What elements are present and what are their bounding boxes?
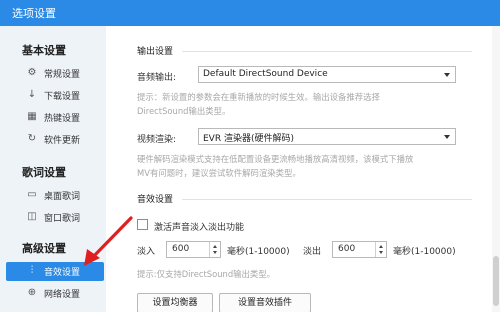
video-render-value: EVR 渲染器(硬件解码) (203, 134, 294, 144)
arrow-down-icon[interactable] (213, 251, 217, 254)
sound-hint: 提示:仅支持DirectSound输出类型。 (137, 269, 276, 279)
stepper-buttons[interactable] (375, 242, 386, 257)
sidebar-item-download[interactable]: ↓ 下载设置 (0, 86, 106, 105)
window-icon: ◫ (27, 211, 37, 222)
fade-checkbox[interactable] (137, 219, 148, 230)
equalizer-icon: ⫶ (30, 265, 34, 276)
sidebar-item-label: 热键设置 (44, 114, 81, 124)
fade-out-value: 600 (338, 244, 356, 254)
sidebar-item-general[interactable]: ⚙ 常规设置 (0, 64, 106, 83)
sidebar-item-label: 常规设置 (44, 70, 81, 80)
audio-output-select[interactable]: Default DirectSound Device (198, 66, 456, 83)
sidebar-group-basic: 基本设置 (22, 44, 66, 57)
arrow-up-icon[interactable] (213, 245, 217, 248)
settings-panel: 输出设置 音频输出: Default DirectSound Device 提示… (106, 26, 500, 312)
output-hint-line1: 提示：新设置的参数会在重新播放的时候生效。输出设备推荐选择 (137, 92, 380, 102)
gear-icon: ⚙ (27, 67, 37, 78)
fade-out-unit: 毫秒(1-10000) (393, 247, 456, 257)
output-hint-line2: DirectSound输出类型。 (137, 106, 231, 116)
video-render-label: 视频渲染: (137, 135, 177, 145)
fade-in-label: 淡入 (137, 247, 156, 257)
download-icon: ↓ (27, 89, 37, 100)
arrow-down-icon[interactable] (379, 251, 383, 254)
scrollbar-thumb[interactable] (493, 256, 499, 306)
globe-icon: ⊕ (27, 287, 37, 298)
sidebar-item-hotkey[interactable]: ▦ 热键设置 (0, 108, 106, 127)
sound-section-title: 音效设置 (137, 195, 174, 205)
render-hint-line1: 硬件解码渲染模式支持在低配置设备更流畅地播放高清视频，该模式下播放 (137, 154, 414, 164)
chevron-down-icon (444, 135, 450, 139)
audio-output-label: 音频输出: (137, 73, 177, 83)
divider (182, 199, 472, 200)
output-section-title: 输出设置 (137, 47, 174, 57)
divider (182, 51, 472, 52)
refresh-icon: ↻ (27, 133, 37, 144)
equalizer-button[interactable]: 设置均衡器 (137, 293, 213, 312)
sidebar-item-label: 窗口歌词 (44, 214, 81, 224)
sidebar-item-label: 桌面歌词 (44, 192, 81, 202)
sidebar-item-sound-effects[interactable]: ⫶ 音效设置 (6, 262, 104, 281)
sidebar-item-network[interactable]: ⊕ 网络设置 (0, 284, 106, 303)
render-hint-line2: MV有问题时，建议尝试软件解码渲染类型。 (137, 168, 301, 178)
window-title: 选项设置 (12, 7, 56, 20)
arrow-up-icon[interactable] (379, 245, 383, 248)
audio-output-value: Default DirectSound Device (203, 69, 328, 79)
fade-checkbox-label: 激活声音淡入淡出功能 (154, 223, 245, 233)
keyboard-icon: ▦ (27, 111, 37, 122)
sidebar-group-advanced: 高级设置 (22, 242, 66, 255)
sidebar-item-update[interactable]: ↻ 软件更新 (0, 130, 106, 149)
video-render-select[interactable]: EVR 渲染器(硬件解码) (198, 128, 456, 145)
sidebar-item-label: 下载设置 (44, 92, 81, 102)
fade-in-unit: 毫秒(1-10000) (227, 247, 290, 257)
fade-in-stepper[interactable]: 600 (166, 241, 221, 258)
sidebar-item-window-lyrics[interactable]: ◫ 窗口歌词 (0, 208, 106, 227)
sidebar-item-desktop-lyrics[interactable]: ▭ 桌面歌词 (0, 186, 106, 205)
fade-in-value: 600 (172, 244, 190, 254)
title-bar[interactable]: 选项设置 (0, 0, 500, 26)
sound-plugin-button[interactable]: 设置音效插件 (219, 293, 311, 312)
stepper-buttons[interactable] (209, 242, 220, 257)
sidebar-group-lyrics: 歌词设置 (22, 166, 66, 179)
fade-out-stepper[interactable]: 600 (332, 241, 387, 258)
desktop-icon: ▭ (27, 189, 37, 200)
chevron-down-icon (444, 73, 450, 77)
sidebar-item-label: 软件更新 (44, 136, 81, 146)
sidebar-item-label: 网络设置 (44, 290, 81, 300)
fade-out-label: 淡出 (303, 247, 322, 257)
sidebar-item-label: 音效设置 (44, 268, 81, 278)
scrollbar[interactable] (492, 26, 500, 312)
sidebar: 基本设置 ⚙ 常规设置 ↓ 下载设置 ▦ 热键设置 ↻ 软件更新 歌词设置 ▭ … (0, 26, 106, 312)
